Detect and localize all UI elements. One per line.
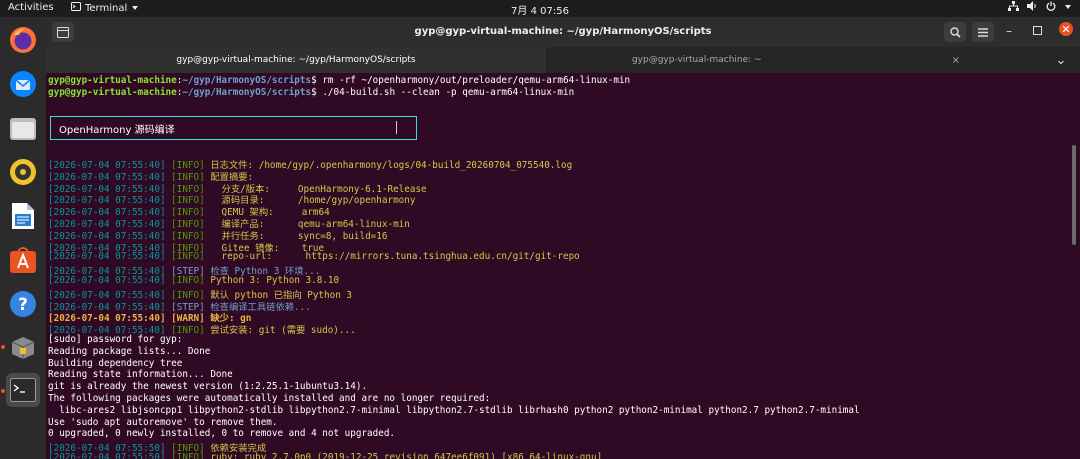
output-line: libc-ares2 libjsoncpp1 libpython2-stdlib… <box>48 404 860 416</box>
dock: ? <box>0 17 46 459</box>
output-line: [sudo] password for gyp: <box>48 334 183 345</box>
tab-label: gyp@gyp-virtual-machine: ~/gyp/HarmonyOS… <box>176 55 416 65</box>
log-level: [INFO] <box>171 275 205 286</box>
output-line: Use 'sudo apt autoremove' to remove them… <box>48 416 278 428</box>
dock-thunderbird[interactable] <box>6 67 40 101</box>
dock-software[interactable] <box>6 243 40 277</box>
new-tab-icon <box>57 26 69 38</box>
firefox-icon <box>10 27 36 53</box>
menu-button[interactable] <box>972 22 994 42</box>
dock-package[interactable] <box>6 331 40 365</box>
hamburger-menu-icon <box>978 27 988 37</box>
banner-box: OpenHarmony 源码编译 <box>50 116 417 140</box>
activities-button[interactable]: Activities <box>8 2 54 13</box>
log-level: [INFO] <box>171 452 205 459</box>
log-message: ruby: ruby 2.7.0p0 (2019-12-25 revision … <box>210 452 603 459</box>
log-message: 尝试安装: git (需要 sudo)... <box>210 325 356 337</box>
app-menu[interactable]: Terminal <box>71 2 139 14</box>
window-title: gyp@gyp-virtual-machine: ~/gyp/HarmonyOS… <box>414 26 712 37</box>
terminal-icon <box>10 378 36 402</box>
chevron-down-icon <box>131 3 139 14</box>
banner-cursor <box>396 121 397 134</box>
dock-writer[interactable] <box>6 199 40 233</box>
scrollbar[interactable] <box>1072 145 1076 245</box>
log-line: [2026-07-04 07:55:40] [INFO] repo-url: h… <box>48 251 580 262</box>
maximize-icon <box>1033 26 1042 35</box>
writer-icon <box>12 203 34 229</box>
help-icon: ? <box>10 291 36 317</box>
rhythmbox-icon <box>10 159 36 185</box>
log-line: [2026-07-04 07:55:50] [INFO] ruby: ruby … <box>48 452 602 459</box>
minimize-button[interactable]: – <box>1006 24 1012 38</box>
terminal-output[interactable]: gyp@gyp-virtual-machine:~/gyp/HarmonyOS/… <box>46 73 1080 459</box>
banner-title: OpenHarmony 源码编译 <box>59 125 175 136</box>
close-button[interactable] <box>1059 22 1073 36</box>
close-icon <box>1063 26 1069 32</box>
log-message: Python 3: Python 3.8.10 <box>210 275 340 286</box>
volume-icon <box>1027 1 1038 14</box>
output-line: 0 upgraded, 0 newly installed, 0 to remo… <box>48 428 396 440</box>
svg-text:?: ? <box>18 295 28 315</box>
new-tab-button[interactable] <box>52 22 74 42</box>
log-message: 日志文件: /home/gyp/.openharmony/logs/04-bui… <box>210 160 573 171</box>
log-line: [2026-07-04 07:55:40] [INFO] Python 3: P… <box>48 275 339 286</box>
output-line: The following packages were automaticall… <box>48 393 491 404</box>
network-icon <box>1008 1 1019 14</box>
tab-bar: gyp@gyp-virtual-machine: ~/gyp/HarmonyOS… <box>46 47 1080 73</box>
tab-label: gyp@gyp-virtual-machine: ~ <box>631 55 762 65</box>
log-message: repo-url: https://mirrors.tuna.tsinghua.… <box>210 251 580 263</box>
software-icon <box>10 247 36 273</box>
dock-terminal[interactable] <box>6 373 40 407</box>
package-icon <box>11 337 35 359</box>
window-titlebar: gyp@gyp-virtual-machine: ~/gyp/HarmonyOS… <box>46 17 1080 47</box>
tab-scripts[interactable]: gyp@gyp-virtual-machine: ~/gyp/HarmonyOS… <box>46 47 546 73</box>
tab-add-button[interactable]: ⌄ <box>1050 50 1072 70</box>
power-icon <box>1046 1 1056 14</box>
prompt-line: gyp@gyp-virtual-machine:~/gyp/HarmonyOS/… <box>48 87 575 98</box>
search-button[interactable] <box>944 22 966 42</box>
top-bar: Activities Terminal 7月 4 07:56 <box>0 0 1080 17</box>
chevron-down-icon <box>1064 2 1072 13</box>
running-indicator <box>1 345 5 349</box>
terminal-app-icon <box>71 2 81 14</box>
dock-help[interactable]: ? <box>6 287 40 321</box>
log-timestamp: [2026-07-04 07:55:40] <box>48 251 166 263</box>
tab-close-icon[interactable]: × <box>952 55 960 66</box>
prompt-line: gyp@gyp-virtual-machine:~/gyp/HarmonyOS/… <box>48 75 631 86</box>
maximize-button[interactable] <box>1033 24 1042 38</box>
log-timestamp: [2026-07-04 07:55:40] <box>48 275 166 286</box>
dock-firefox[interactable] <box>6 23 40 57</box>
thunderbird-icon <box>10 71 36 97</box>
output-line: Reading state information... Done <box>48 369 233 381</box>
clock[interactable]: 7月 4 07:56 <box>0 2 1080 17</box>
dock-rhythmbox[interactable] <box>6 155 40 189</box>
log-timestamp: [2026-07-04 07:55:50] <box>48 452 166 459</box>
search-icon <box>949 26 961 38</box>
output-line: Building dependency tree <box>48 357 183 369</box>
system-menu[interactable] <box>1008 1 1072 14</box>
app-menu-label: Terminal <box>85 2 128 14</box>
output-line: git is already the newest version (1:2.2… <box>48 381 368 393</box>
files-icon <box>10 118 36 140</box>
output-line: Reading package lists... Done <box>48 345 211 357</box>
log-level: [INFO] <box>171 251 205 263</box>
dock-files[interactable] <box>6 111 40 145</box>
running-indicator <box>1 389 5 393</box>
tab-home[interactable]: gyp@gyp-virtual-machine: ~ × <box>546 47 1046 73</box>
